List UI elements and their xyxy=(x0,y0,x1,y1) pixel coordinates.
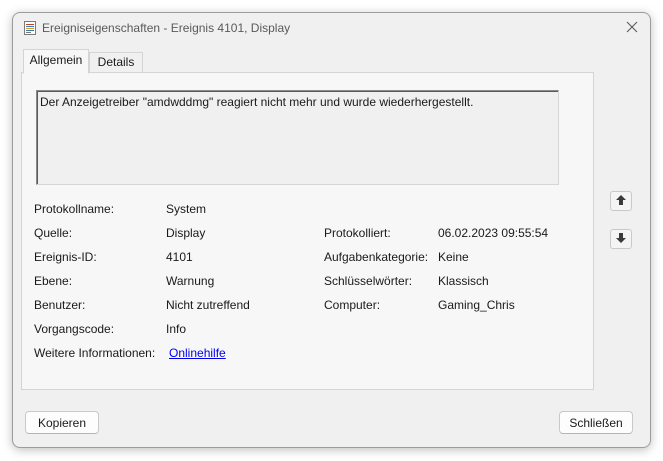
general-tab-panel: Der Anzeigetreiber "amdwddmg" reagiert n… xyxy=(21,72,594,390)
label-weitere-informationen: Weitere Informationen: xyxy=(34,346,156,360)
title-bar: Ereigniseigenschaften - Ereignis 4101, D… xyxy=(13,13,650,43)
online-help-link[interactable]: Onlinehilfe xyxy=(169,346,226,360)
window-title: Ereigniseigenschaften - Ereignis 4101, D… xyxy=(42,21,291,35)
label-protokolliert: Protokolliert: xyxy=(324,226,391,240)
label-schluesselwoerter: Schlüsselwörter: xyxy=(324,274,413,288)
label-protokollname: Protokollname: xyxy=(34,202,115,216)
value-ereignis-id: 4101 xyxy=(166,250,193,264)
value-vorgangscode: Info xyxy=(166,322,187,336)
copy-button[interactable]: Kopieren xyxy=(25,411,99,434)
event-description-box[interactable]: Der Anzeigetreiber "amdwddmg" reagiert n… xyxy=(36,90,559,185)
value-ebene: Warnung xyxy=(166,274,215,288)
label-quelle: Quelle: xyxy=(34,226,73,240)
close-window-button[interactable] xyxy=(622,18,642,38)
event-properties-window: Ereigniseigenschaften - Ereignis 4101, D… xyxy=(12,12,651,448)
value-computer: Gaming_Chris xyxy=(438,298,515,312)
label-computer: Computer: xyxy=(324,298,381,312)
arrow-up-icon xyxy=(615,194,627,209)
event-properties-icon xyxy=(23,21,37,35)
event-description: Der Anzeigetreiber "amdwddmg" reagiert n… xyxy=(40,95,474,109)
tab-allgemein[interactable]: Allgemein xyxy=(23,49,89,74)
value-benutzer: Nicht zutreffend xyxy=(166,298,250,312)
next-event-button[interactable] xyxy=(610,229,632,249)
label-aufgabenkategorie: Aufgabenkategorie: xyxy=(324,250,429,264)
value-schluesselwoerter: Klassisch xyxy=(438,274,489,288)
value-protokollname: System xyxy=(166,202,207,216)
tab-details[interactable]: Details xyxy=(89,52,143,72)
close-button[interactable]: Schließen xyxy=(559,411,633,434)
arrow-down-icon xyxy=(615,232,627,247)
value-quelle: Display xyxy=(166,226,206,240)
close-icon xyxy=(626,21,638,36)
previous-event-button[interactable] xyxy=(610,191,632,211)
label-ereignis-id: Ereignis-ID: xyxy=(34,250,97,264)
label-benutzer: Benutzer: xyxy=(34,298,86,312)
value-protokolliert: 06.02.2023 09:55:54 xyxy=(438,226,549,240)
value-aufgabenkategorie: Keine xyxy=(438,250,469,264)
label-vorgangscode: Vorgangscode: xyxy=(34,322,115,336)
label-ebene: Ebene: xyxy=(34,274,73,288)
